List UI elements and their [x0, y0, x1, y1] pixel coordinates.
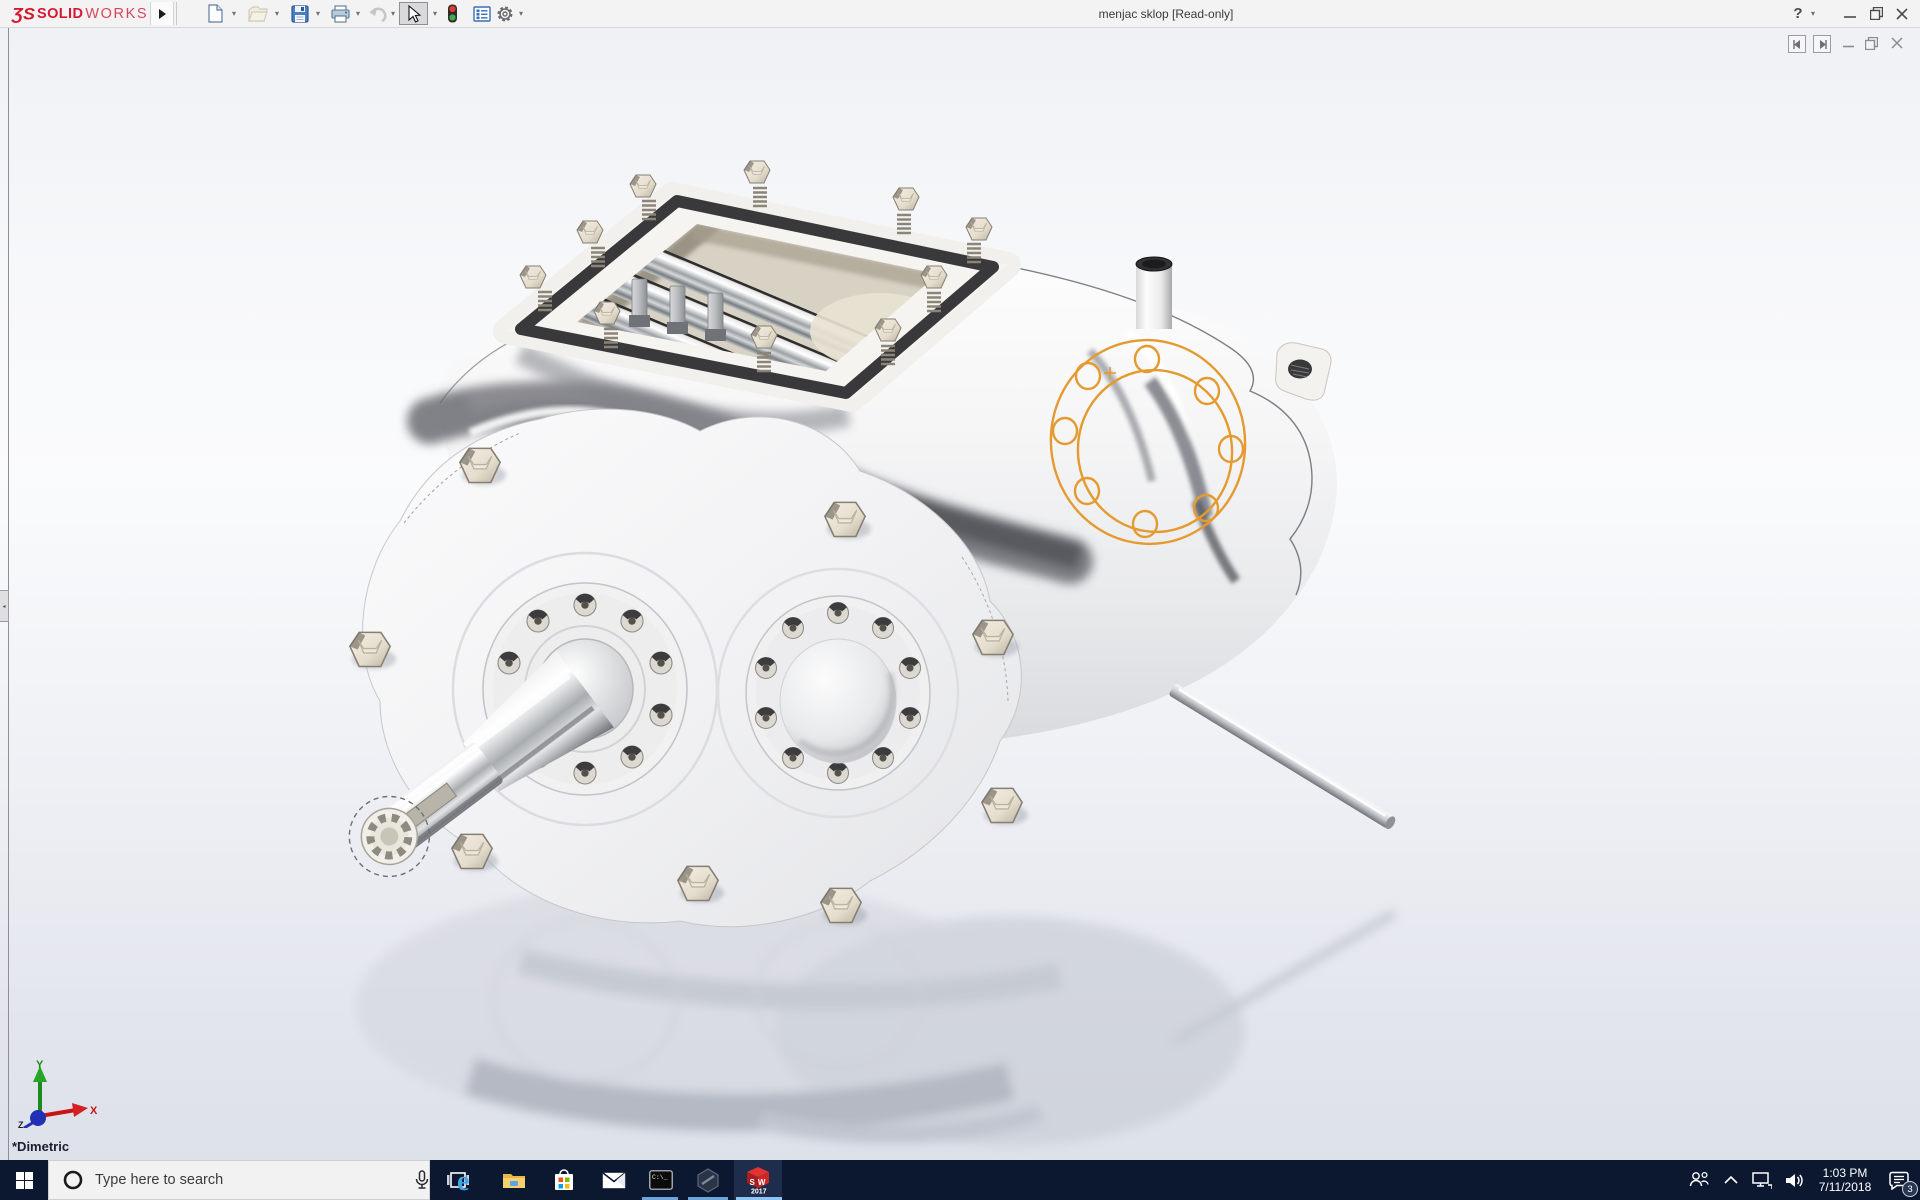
flyout-arrow-icon — [158, 9, 166, 19]
cortana-circle-icon — [63, 1170, 83, 1190]
graphics-viewport[interactable]: ◂ — [0, 28, 1920, 1160]
microsoft-store-icon — [554, 1169, 574, 1191]
help-button[interactable]: ? — [1788, 0, 1808, 27]
command-prompt-icon: C:\_ — [649, 1170, 673, 1190]
sw-year: 2017 — [751, 1189, 767, 1195]
hexagon-app-icon — [696, 1168, 720, 1193]
solidworks-logo: ƷS SOLIDWORKS — [12, 3, 148, 25]
network-icon — [1752, 1172, 1772, 1189]
open-folder-icon — [248, 6, 268, 22]
triad-y-label: Y — [36, 1059, 44, 1071]
toolbar-flyout-button[interactable] — [150, 2, 174, 25]
orientation-triad: Y X Z — [10, 1058, 100, 1128]
sw-letters: SW — [750, 1178, 769, 1187]
people-icon — [1689, 1171, 1709, 1189]
document-title: menjac sklop [Read-only] — [1099, 7, 1234, 21]
tray-overflow-button[interactable] — [1716, 1160, 1746, 1200]
solidworks-logo-light: WORKS — [85, 6, 148, 22]
select-tool-caret[interactable]: ▾ — [430, 2, 440, 25]
close-icon — [1896, 8, 1908, 20]
stub-cylinder — [1136, 263, 1172, 329]
network-button[interactable] — [1746, 1160, 1778, 1200]
toolbar-separator — [176, 2, 177, 25]
solidworks-2017-icon: SW 2017 — [745, 1166, 771, 1194]
new-document-caret[interactable]: ▾ — [229, 2, 239, 25]
close-button[interactable] — [1890, 0, 1914, 27]
options-caret[interactable]: ▾ — [516, 2, 526, 25]
taskbar-search[interactable] — [48, 1160, 430, 1200]
start-button[interactable] — [0, 1160, 48, 1200]
save-button[interactable] — [288, 2, 312, 25]
select-cursor-icon — [407, 5, 421, 23]
mail-icon — [602, 1172, 626, 1189]
print-caret[interactable]: ▾ — [353, 2, 363, 25]
rebuild-indicator-button[interactable] — [443, 2, 461, 25]
notification-badge: 3 — [1902, 1181, 1918, 1197]
options-button[interactable] — [493, 2, 517, 25]
model-reflection — [355, 881, 1395, 1146]
output-shaft — [1168, 683, 1397, 831]
taskbar-solidworks-button[interactable]: SW 2017 — [734, 1160, 782, 1200]
solidworks-logo-bold: SOLID — [37, 6, 83, 22]
open-document-button[interactable] — [246, 2, 270, 25]
print-icon — [331, 5, 350, 23]
clock-time: 1:03 PM — [1812, 1166, 1878, 1180]
clock-date: 7/11/2018 — [1812, 1180, 1878, 1194]
save-caret[interactable]: ▾ — [313, 2, 323, 25]
volume-icon — [1785, 1172, 1805, 1189]
taskbar-hexagon-app-button[interactable] — [686, 1160, 730, 1200]
gear-icon — [496, 5, 514, 23]
help-caret[interactable]: ▾ — [1808, 2, 1818, 25]
undo-button[interactable] — [366, 2, 390, 25]
chevron-up-icon — [1724, 1176, 1738, 1184]
windows-taskbar: e C:\_ — [0, 1160, 1920, 1200]
new-document-icon — [207, 4, 224, 23]
display-pane-button[interactable] — [470, 2, 494, 25]
people-button[interactable] — [1682, 1160, 1716, 1200]
taskbar-clock[interactable]: 1:03 PM 7/11/2018 — [1812, 1166, 1878, 1194]
volume-button[interactable] — [1778, 1160, 1812, 1200]
file-explorer-icon — [502, 1171, 526, 1190]
view-orientation-label: *Dimetric — [12, 1139, 69, 1154]
solidworks-logo-glyph: ƷS — [12, 5, 35, 24]
open-document-caret[interactable]: ▾ — [272, 2, 282, 25]
cmd-prompt-text: C:\_ — [652, 1174, 668, 1181]
restore-icon — [1870, 7, 1883, 20]
traffic-light-icon — [447, 4, 458, 23]
restore-button[interactable] — [1864, 0, 1888, 27]
print-button[interactable] — [328, 2, 352, 25]
minimize-icon — [1844, 8, 1856, 20]
undo-caret[interactable]: ▾ — [388, 2, 398, 25]
undo-icon — [368, 6, 388, 22]
triad-z-label: Z — [18, 1120, 24, 1128]
display-pane-icon — [473, 6, 491, 22]
taskbar-cmd-button[interactable]: C:\_ — [640, 1160, 682, 1200]
minimize-button[interactable] — [1838, 0, 1862, 27]
title-bar: ƷS SOLIDWORKS ▾ ▾ ▾ — [0, 0, 1920, 28]
windows-start-icon — [16, 1172, 33, 1189]
new-document-button[interactable] — [203, 2, 227, 25]
triad-x-label: X — [90, 1105, 98, 1117]
taskbar-store-button[interactable] — [542, 1160, 586, 1200]
search-input[interactable] — [93, 1171, 367, 1189]
taskbar-explorer-button[interactable] — [492, 1160, 536, 1200]
right-bearing-cover — [746, 596, 930, 790]
save-icon — [291, 5, 309, 23]
svg-text:e: e — [457, 1167, 469, 1193]
taskbar-mail-button[interactable] — [592, 1160, 636, 1200]
gearbox-model-canvas[interactable] — [0, 28, 1920, 1160]
microphone-icon[interactable] — [415, 1170, 429, 1190]
system-tray: 1:03 PM 7/11/2018 3 — [1682, 1160, 1920, 1200]
edge-icon: e — [455, 1167, 481, 1193]
taskbar-edge-button[interactable]: e — [446, 1160, 490, 1200]
action-center-button[interactable]: 3 — [1878, 1160, 1920, 1200]
select-tool-button[interactable] — [399, 2, 428, 25]
